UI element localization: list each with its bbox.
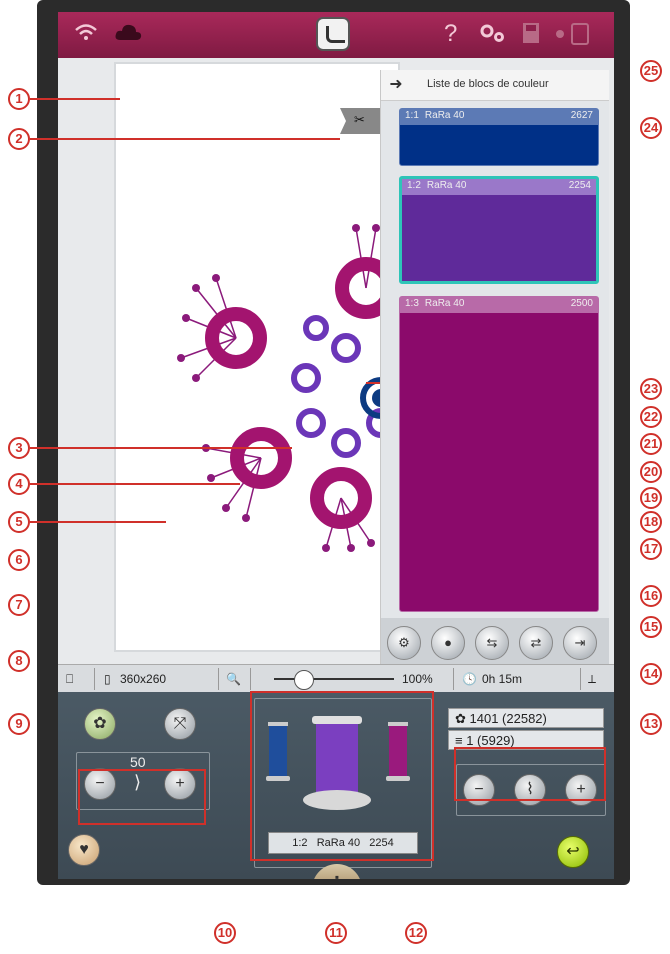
help-button[interactable]: ? xyxy=(444,22,457,46)
zoom-value: 100% xyxy=(402,672,433,686)
color-count-value: 1 (5929) xyxy=(466,733,515,748)
top-bar: ? xyxy=(58,12,614,58)
callout-19: 19 xyxy=(640,487,662,509)
color-block-index: 1:1 xyxy=(405,110,419,121)
color-block-index: 1:2 xyxy=(407,180,421,191)
embroidery-design[interactable] xyxy=(166,208,386,558)
back-button[interactable]: ↩ xyxy=(557,836,589,868)
callout-1: 1 xyxy=(8,88,30,110)
zoom-slider[interactable] xyxy=(274,678,394,680)
time-value: 0h 15m xyxy=(482,672,523,686)
callout-24: 24 xyxy=(640,117,662,139)
stitch-count: ✿ 1401 (22582) xyxy=(448,708,604,728)
callout-12: 12 xyxy=(405,922,427,944)
callout-22: 22 xyxy=(640,406,662,428)
color-block-header: 1:3 RaRa 40 2500 xyxy=(400,297,598,313)
zoom-options-icon[interactable]: 🔍 xyxy=(226,665,241,693)
favorite-needle-button[interactable]: ♥ xyxy=(68,834,100,866)
clock-icon: 🕓 xyxy=(462,672,477,686)
callout-5: 5 xyxy=(8,511,30,533)
callout-8: 8 xyxy=(8,650,30,672)
callout-23: 23 xyxy=(640,378,662,400)
divider xyxy=(94,668,95,690)
callout-7: 7 xyxy=(8,594,30,616)
callout-14: 14 xyxy=(640,663,662,685)
callout-leader xyxy=(30,98,120,100)
callout-11: 11 xyxy=(325,922,347,944)
color-block-actions: ⚙ ● ⇆ ⇄ ⇥ xyxy=(381,618,609,666)
callout-leader xyxy=(30,521,166,523)
callout-2: 2 xyxy=(8,128,30,150)
color-block-index: 1:3 xyxy=(405,298,419,309)
color-block-number: 2627 xyxy=(570,110,593,121)
divider xyxy=(218,668,219,690)
callout-25: 25 xyxy=(640,60,662,82)
stitch-step-highlight xyxy=(454,747,606,801)
presser-foot-icon[interactable]: ⎕ xyxy=(66,665,73,693)
menu-icon: ▪ xyxy=(334,870,340,879)
color-block-thread: RaRa 40 xyxy=(424,298,465,309)
divider xyxy=(453,668,454,690)
callout-leader xyxy=(30,447,292,449)
color-block-panel-header: ➜ Liste de blocs de couleur xyxy=(381,70,609,101)
zoom-slider-knob[interactable] xyxy=(294,670,314,690)
gear-icon[interactable] xyxy=(478,22,508,51)
speed-value: 50 xyxy=(130,754,146,770)
collapse-panel-button[interactable]: ➜ xyxy=(381,70,411,100)
design-visibility-button[interactable]: ✂ xyxy=(340,108,380,134)
presser-foot-position-icon[interactable]: ⟂ xyxy=(588,665,596,693)
callout-6: 6 xyxy=(8,549,30,571)
callout-leader xyxy=(30,138,340,140)
spool-icon: ≡ xyxy=(455,733,467,748)
basting-button[interactable]: ✿ xyxy=(84,708,116,740)
divider xyxy=(250,668,251,690)
callout-4: 4 xyxy=(8,473,30,495)
stitch-count-value: 1401 (22582) xyxy=(469,711,547,726)
callout-20: 20 xyxy=(640,461,662,483)
device-icon[interactable] xyxy=(552,22,592,51)
color-block-panel: ➜ Liste de blocs de couleur 1:1 RaRa 40 … xyxy=(380,70,609,667)
color-block-header: 1:1 RaRa 40 2627 xyxy=(400,109,598,125)
callout-21: 21 xyxy=(640,433,662,455)
color-block-thread: RaRa 40 xyxy=(426,180,467,191)
thread-icon: ✂ xyxy=(354,112,365,127)
color-block-3[interactable]: 1:3 RaRa 40 2500 xyxy=(399,296,599,612)
thread-highlight xyxy=(250,691,434,861)
hoop-size-icon: ▯ xyxy=(104,672,111,686)
hoop-size-value[interactable]: 360x260 xyxy=(120,665,166,693)
divider xyxy=(580,668,581,690)
save-icon[interactable] xyxy=(522,22,540,49)
color-block-thread: RaRa 40 xyxy=(424,110,465,121)
speed-highlight xyxy=(78,769,206,825)
callout-17: 17 xyxy=(640,538,662,560)
color-block-1[interactable]: 1:1 RaRa 40 2627 xyxy=(399,108,599,166)
callout-10: 10 xyxy=(214,922,236,944)
move-hoop-button[interactable]: ⤧ xyxy=(164,708,196,740)
color-block-number: 2254 xyxy=(568,180,591,191)
callout-16: 16 xyxy=(640,585,662,607)
flower-icon: ✿ xyxy=(455,711,470,726)
monochrome-button[interactable]: ⚙ xyxy=(387,626,421,660)
callout-13: 13 xyxy=(640,713,662,735)
callout-18: 18 xyxy=(640,511,662,533)
color-block-2[interactable]: 1:2 RaRa 40 2254 xyxy=(399,176,599,284)
home-button[interactable] xyxy=(316,17,350,51)
merge-blocks-button[interactable]: ⇆ xyxy=(475,626,509,660)
callout-3: 3 xyxy=(8,437,30,459)
color-block-panel-title: Liste de blocs de couleur xyxy=(427,78,549,90)
color-block-header: 1:2 RaRa 40 2254 xyxy=(402,179,596,195)
cloud-icon[interactable] xyxy=(114,22,142,47)
jump-block-button[interactable]: ⇄ xyxy=(519,626,553,660)
cut-block-button[interactable]: ⇥ xyxy=(563,626,597,660)
color-sort-button[interactable]: ● xyxy=(431,626,465,660)
wifi-icon[interactable] xyxy=(74,22,98,47)
embroidery-area: ✂ ➜ Liste de blocs de couleur 1:1 RaRa 4… xyxy=(58,58,614,667)
callout-9: 9 xyxy=(8,713,30,735)
callout-leader xyxy=(30,483,240,485)
color-block-number: 2500 xyxy=(570,298,593,309)
status-bar: ⎕ ▯ 360x260 🔍 100% 🕓 0h 15m ⟂ xyxy=(58,664,614,694)
callout-15: 15 xyxy=(640,616,662,638)
